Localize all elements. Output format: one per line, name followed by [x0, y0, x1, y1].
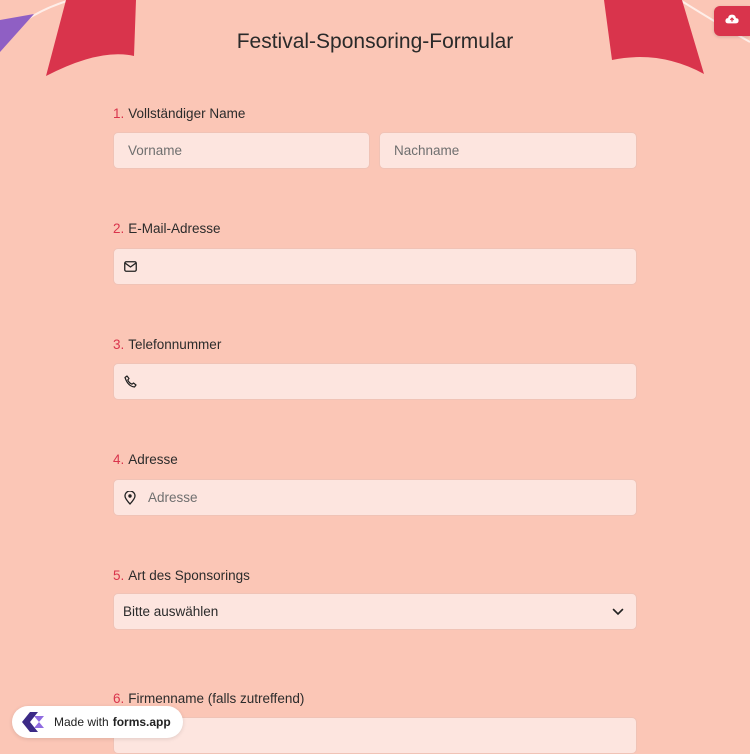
- question-email: 2. E-Mail-Adresse: [113, 219, 637, 285]
- phone-input[interactable]: [138, 364, 636, 399]
- address-input[interactable]: [138, 480, 636, 515]
- phone-icon: [124, 375, 138, 389]
- last-name-input[interactable]: [380, 133, 636, 168]
- question-sponsoring-type: 5. Art des Sponsorings Bitte auswählen: [113, 566, 637, 630]
- question-number: 6.: [113, 691, 125, 706]
- question-label: 5. Art des Sponsorings: [113, 566, 637, 586]
- question-text: Adresse: [128, 452, 178, 467]
- company-name-input[interactable]: [114, 718, 636, 753]
- select-value: Bitte auswählen: [123, 604, 219, 619]
- question-label: 1. Vollständiger Name: [113, 104, 637, 124]
- question-number: 1.: [113, 106, 125, 121]
- forms-app-logo: [20, 710, 48, 734]
- question-text: Telefonnummer: [128, 337, 222, 352]
- company-name-field[interactable]: [113, 717, 637, 754]
- made-with-badge[interactable]: Made with forms.app: [12, 706, 183, 738]
- question-number: 4.: [113, 452, 125, 467]
- email-field[interactable]: [113, 248, 637, 285]
- cloud-upload-icon: [725, 12, 739, 30]
- form-title: Festival-Sponsoring-Formular: [236, 30, 514, 53]
- question-text: E-Mail-Adresse: [128, 221, 221, 236]
- question-full-name: 1. Vollständiger Name: [113, 104, 637, 169]
- question-number: 2.: [113, 221, 125, 236]
- question-number: 3.: [113, 337, 125, 352]
- first-name-field[interactable]: [113, 132, 370, 169]
- address-field[interactable]: [113, 479, 637, 516]
- first-name-input[interactable]: [114, 133, 369, 168]
- question-address: 4. Adresse: [113, 450, 637, 516]
- question-text: Vollständiger Name: [128, 106, 246, 121]
- location-pin-icon: [124, 490, 138, 505]
- last-name-field[interactable]: [379, 132, 637, 169]
- question-number: 5.: [113, 568, 125, 583]
- question-phone: 3. Telefonnummer: [113, 335, 637, 400]
- question-text: Art des Sponsorings: [128, 568, 250, 583]
- badge-prefix: Made with: [54, 715, 109, 729]
- badge-brand: forms.app: [112, 715, 171, 729]
- mail-icon: [124, 260, 138, 274]
- email-input[interactable]: [138, 249, 636, 284]
- phone-field[interactable]: [113, 363, 637, 400]
- question-label: 2. E-Mail-Adresse: [113, 219, 637, 239]
- question-label: 3. Telefonnummer: [113, 335, 637, 355]
- question-company-name: 6. Firmenname (falls zutreffend): [113, 689, 637, 754]
- sponsoring-type-select[interactable]: Bitte auswählen: [113, 593, 637, 630]
- question-label: 4. Adresse: [113, 450, 637, 470]
- question-label: 6. Firmenname (falls zutreffend): [113, 689, 637, 709]
- question-text: Firmenname (falls zutreffend): [128, 691, 305, 706]
- chevron-down-icon: [612, 605, 626, 619]
